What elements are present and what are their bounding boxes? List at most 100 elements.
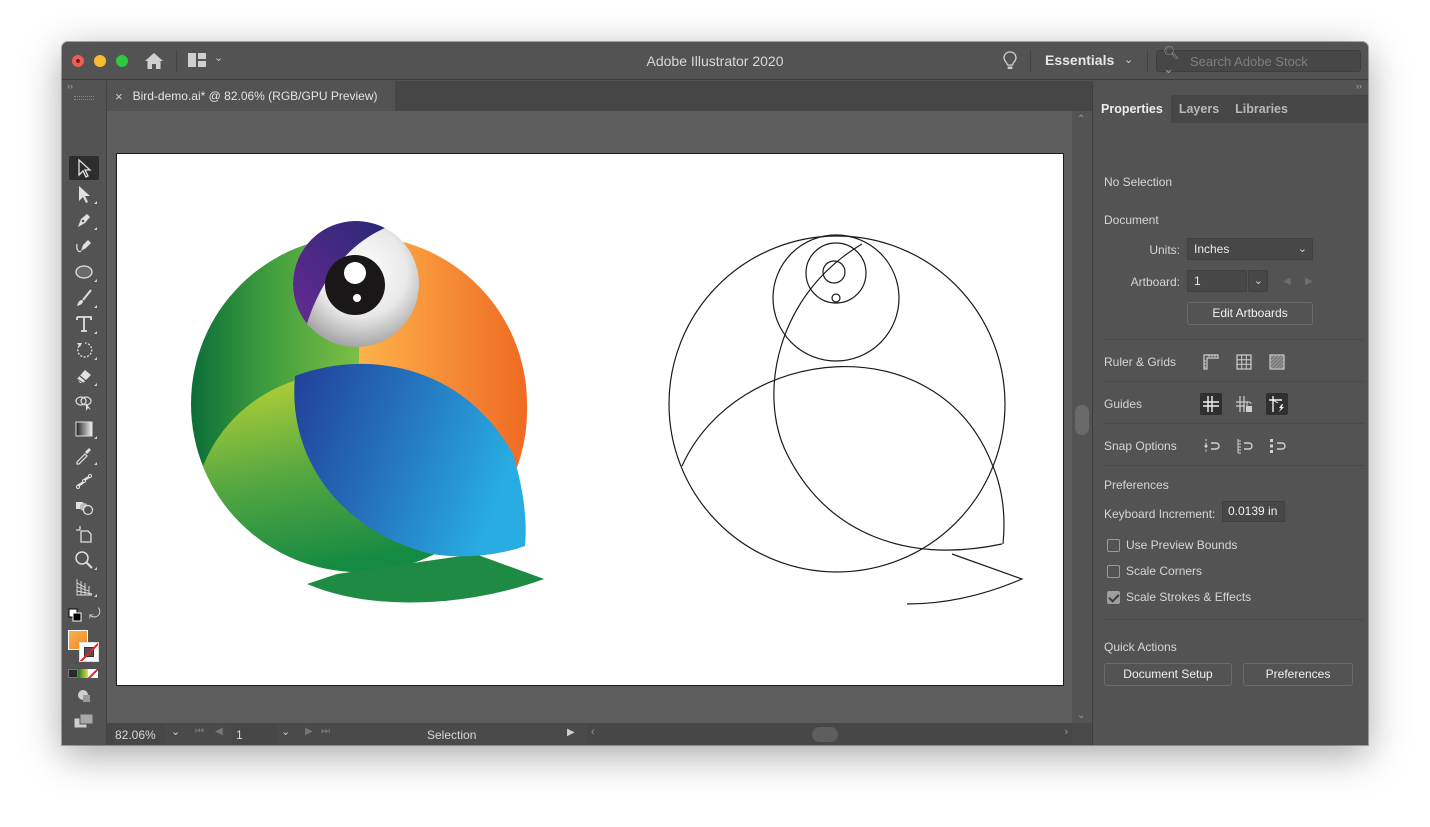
curvature-tool[interactable]: [69, 234, 99, 258]
outline-eye-circle: [772, 234, 900, 362]
show-grid-button[interactable]: [1233, 351, 1255, 373]
artboard-tool[interactable]: [69, 522, 99, 546]
stock-search-field[interactable]: 🔍︎⌄: [1156, 45, 1361, 76]
draw-mode-icon[interactable]: [76, 688, 92, 704]
stroke-color-swatch[interactable]: [79, 642, 99, 662]
shape-builder-tool[interactable]: [69, 390, 99, 414]
snap-to-point-button[interactable]: [1200, 435, 1222, 457]
document-setup-button[interactable]: Document Setup: [1104, 663, 1232, 686]
next-artboard-icon[interactable]: ▶: [1305, 276, 1313, 287]
zoom-level-field[interactable]: 82.06%: [107, 723, 165, 745]
scale-strokes-effects-checkbox[interactable]: Scale Strokes & Effects: [1107, 590, 1251, 604]
divider: [1103, 381, 1365, 382]
previous-artboard-icon[interactable]: ◀: [1283, 276, 1291, 287]
previous-artboard-icon[interactable]: ◀: [215, 726, 223, 737]
tab-properties[interactable]: Properties: [1093, 95, 1171, 123]
selection-state: No Selection: [1104, 175, 1173, 189]
gradient-tool[interactable]: [69, 417, 99, 441]
workspace-switcher[interactable]: Essentials: [1045, 52, 1114, 68]
eraser-tool[interactable]: [69, 364, 99, 388]
screen-mode-icon[interactable]: [73, 713, 95, 729]
minimize-window-button[interactable]: [94, 55, 106, 67]
eyedropper-tool[interactable]: [69, 443, 99, 467]
color-mode-solid[interactable]: [68, 669, 78, 678]
ellipse-tool[interactable]: [69, 260, 99, 284]
scroll-down-icon[interactable]: ⌄: [1077, 710, 1085, 721]
show-rulers-button[interactable]: [1200, 351, 1222, 373]
tab-libraries[interactable]: Libraries: [1227, 95, 1296, 123]
perspective-grid-tool[interactable]: [69, 575, 99, 599]
show-guides-button[interactable]: [1200, 393, 1222, 415]
chevron-down-icon[interactable]: ⌄: [1124, 53, 1133, 66]
zoom-window-button[interactable]: [116, 55, 128, 67]
keyboard-increment-field[interactable]: 0.0139 in: [1222, 501, 1285, 522]
chevron-down-icon[interactable]: ⌄: [214, 51, 223, 64]
puppet-warp-tool[interactable]: [69, 469, 99, 493]
type-tool[interactable]: [69, 312, 99, 336]
artboard[interactable]: [116, 153, 1064, 686]
units-dropdown[interactable]: Inches ⌄: [1187, 238, 1313, 260]
selection-arrow-icon: [78, 158, 92, 178]
scroll-up-icon[interactable]: ⌃: [1077, 114, 1085, 125]
status-bar: 82.06% ⌄ ⏮ ◀ 1 ⌄ ▶ ⏭ Selection ▶ ‹ ›: [107, 723, 1092, 745]
smart-guides-button[interactable]: [1266, 393, 1288, 415]
artboard-dropdown[interactable]: ⌄: [1248, 270, 1268, 292]
zoom-dropdown-icon[interactable]: ⌄: [171, 725, 180, 738]
gradient-icon: [75, 421, 93, 437]
outline-construction: [668, 234, 1024, 605]
curvature-pen-icon: [76, 240, 91, 253]
horizontal-scroll-thumb[interactable]: [812, 727, 838, 742]
lock-guides-button[interactable]: [1233, 393, 1255, 415]
zoom-tool[interactable]: [69, 548, 99, 572]
next-artboard-icon[interactable]: ▶: [305, 726, 313, 737]
selection-tool[interactable]: [69, 156, 99, 180]
scroll-right-icon[interactable]: ›: [1064, 726, 1068, 738]
artboard-icon: [76, 526, 92, 543]
pen-tool[interactable]: [69, 208, 99, 232]
transparency-grid-button[interactable]: [1266, 351, 1288, 373]
artboard-number-field[interactable]: 1: [232, 723, 277, 745]
lightbulb-icon[interactable]: [1002, 51, 1018, 71]
quick-actions-heading: Quick Actions: [1104, 640, 1177, 654]
rotate-tool[interactable]: [69, 338, 99, 362]
paintbrush-tool[interactable]: [69, 286, 99, 310]
tab-layers[interactable]: Layers: [1171, 95, 1227, 123]
workspace-layout-icon[interactable]: [188, 53, 206, 67]
color-mode-gradient[interactable]: [78, 669, 88, 678]
panel-grip[interactable]: [74, 96, 94, 100]
stock-search-input[interactable]: [1190, 53, 1360, 69]
first-artboard-icon[interactable]: ⏮: [195, 726, 204, 737]
scroll-left-icon[interactable]: ‹: [591, 726, 595, 738]
snap-to-pixel-button[interactable]: [1233, 435, 1255, 457]
chevron-down-icon: ⌄: [1253, 275, 1263, 287]
divider: [1103, 465, 1365, 466]
document-tab[interactable]: × Bird-demo.ai* @ 82.06% (RGB/GPU Previe…: [107, 81, 395, 111]
direct-selection-tool[interactable]: [69, 182, 99, 206]
status-text[interactable]: Selection: [427, 728, 476, 742]
close-window-button[interactable]: [72, 55, 84, 67]
collapse-panel-icon[interactable]: ››: [67, 81, 73, 91]
snap-to-glyph-icon: [1270, 439, 1286, 453]
artboard-dropdown-icon[interactable]: ⌄: [281, 725, 290, 738]
scale-corners-checkbox[interactable]: Scale Corners: [1107, 564, 1202, 578]
edit-artboards-button[interactable]: Edit Artboards: [1187, 302, 1313, 325]
last-artboard-icon[interactable]: ⏭: [321, 726, 330, 737]
preferences-button[interactable]: Preferences: [1243, 663, 1353, 686]
status-menu-arrow-icon[interactable]: ▶: [567, 727, 575, 738]
vertical-scroll-thumb[interactable]: [1075, 405, 1089, 435]
artboard-field[interactable]: 1: [1187, 270, 1247, 292]
close-tab-icon[interactable]: ×: [115, 89, 123, 104]
horizontal-scrollbar[interactable]: ‹ ›: [587, 723, 1072, 745]
use-preview-bounds-checkbox[interactable]: Use Preview Bounds: [1107, 538, 1237, 552]
collapse-panel-icon[interactable]: ››: [1356, 81, 1362, 91]
vertical-scrollbar[interactable]: ⌃ ⌄: [1072, 111, 1092, 723]
default-colors-icon[interactable]: [68, 608, 82, 622]
swap-colors-icon[interactable]: ⤾: [89, 605, 101, 622]
color-mode-none[interactable]: [88, 669, 98, 678]
blend-tool[interactable]: [69, 495, 99, 519]
document-tabs: × Bird-demo.ai* @ 82.06% (RGB/GPU Previe…: [107, 81, 1092, 111]
snap-to-glyph-button[interactable]: [1266, 435, 1288, 457]
home-icon[interactable]: [144, 52, 164, 70]
search-icon: 🔍︎⌄: [1163, 45, 1180, 76]
checkbox-icon: [1107, 538, 1120, 552]
